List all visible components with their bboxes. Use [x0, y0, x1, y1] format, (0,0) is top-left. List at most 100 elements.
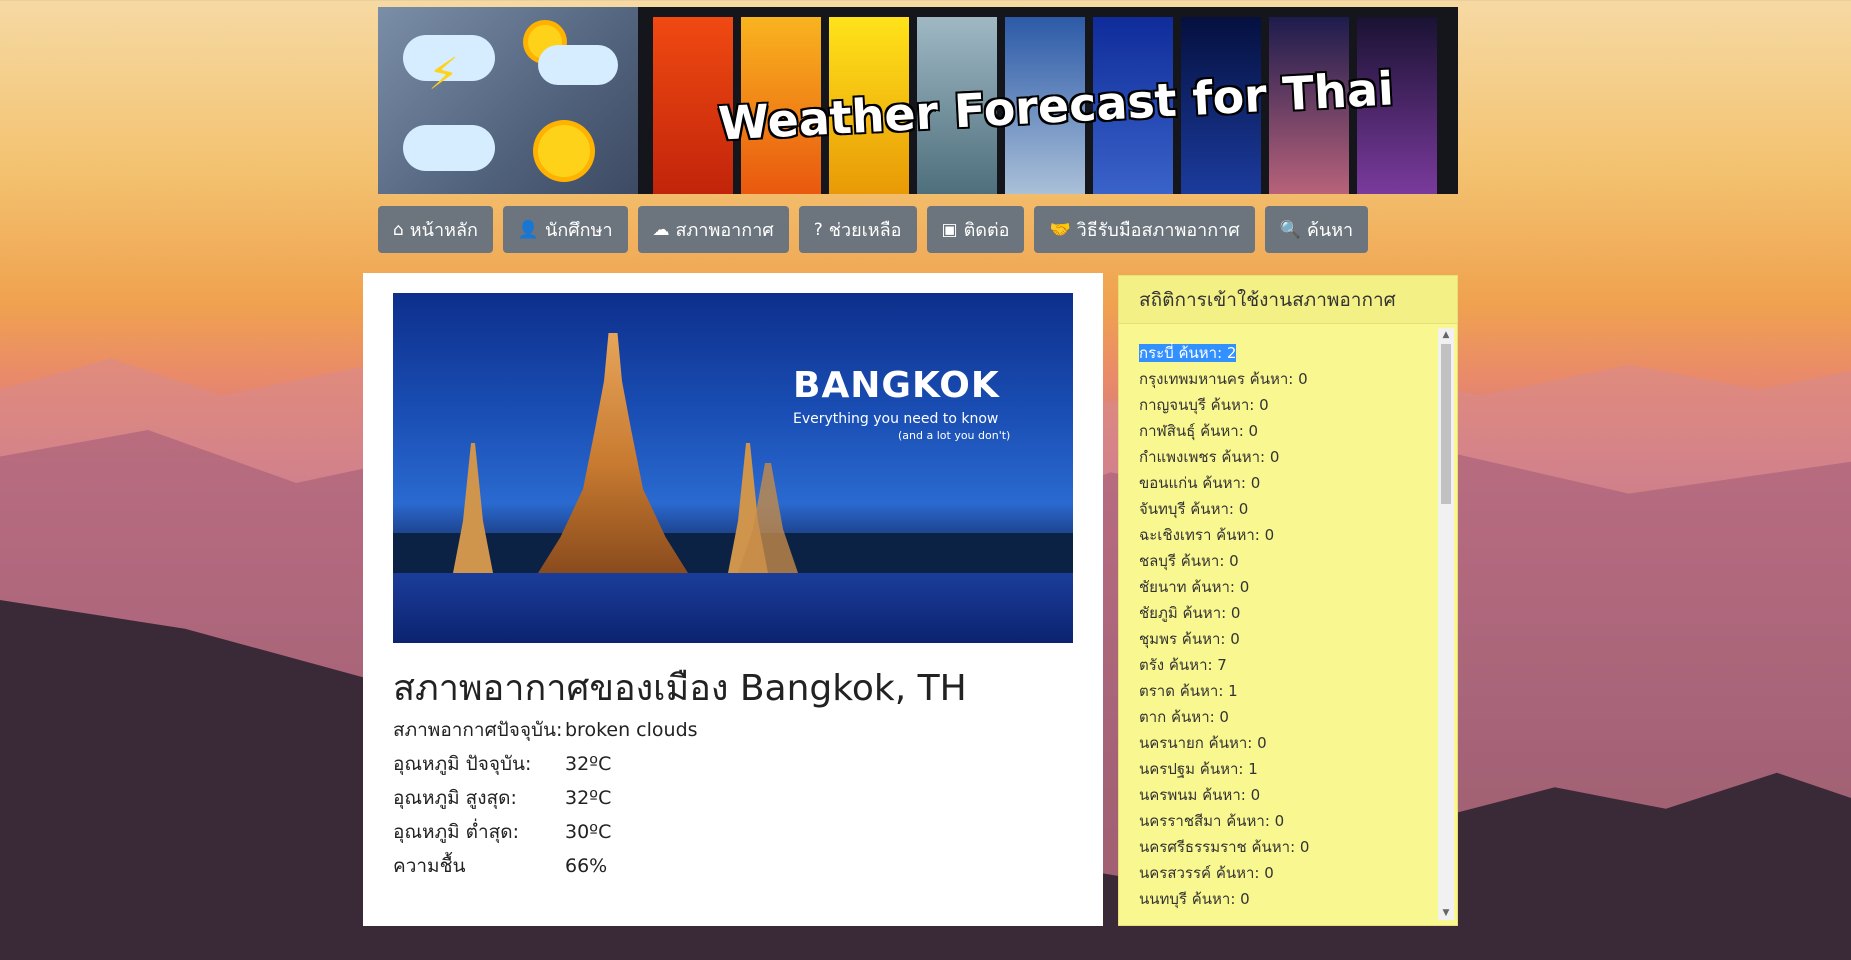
- stats-list-item: นครพนม ค้นหา: 0: [1139, 782, 1429, 808]
- stats-item-text: กำแพงเพชร ค้นหา: 0: [1139, 448, 1280, 466]
- hero-water: [393, 573, 1073, 643]
- nav-button-label: หน้าหลัก: [409, 220, 478, 241]
- weather-row: ความชื้น 66%: [393, 849, 698, 883]
- weather-content-panel: BANGKOK Everything you need to know (and…: [363, 273, 1103, 926]
- weather-details: สภาพอากาศปัจจุบัน: broken clouds อุณหภูมิ …: [393, 713, 698, 883]
- stats-item-text: นครศรีธรรมราช ค้นหา: 0: [1139, 838, 1310, 856]
- scroll-up-arrow-icon[interactable]: ▲: [1438, 328, 1454, 342]
- main-nav: ⌂ หน้าหลัก 👤 นักศึกษา ☁ สภาพอากาศ? ช่วยเหลือ ▣ ต…: [378, 206, 1458, 253]
- nav-button-5[interactable]: 🤝 วิธีรับมือสภาพอากาศ: [1034, 206, 1255, 253]
- weather-row: อุณหภูมิ ปัจจุบัน: 32ºC: [393, 747, 698, 781]
- stats-list-item: จันทบุรี ค้นหา: 0: [1139, 496, 1429, 522]
- weather-label: สภาพอากาศปัจจุบัน:: [393, 719, 563, 741]
- stats-item-text: ขอนแก่น ค้นหา: 0: [1139, 474, 1261, 492]
- cloud-icon: [538, 45, 618, 85]
- weather-value: 32ºC: [565, 787, 612, 809]
- stats-item-text: ตาก ค้นหา: 0: [1139, 708, 1229, 726]
- stats-item-text: นครพนม ค้นหา: 0: [1139, 786, 1261, 804]
- weather-value: broken clouds: [565, 719, 698, 741]
- stats-list-item: ชุมพร ค้นหา: 0: [1139, 626, 1429, 652]
- stats-list-item: นครสวรรค์ ค้นหา: 0: [1139, 860, 1429, 886]
- nav-button-label: นักศึกษา: [545, 220, 613, 241]
- nav-button-label: สภาพอากาศ: [675, 220, 774, 241]
- stats-list-item: นครปฐม ค้นหา: 1: [1139, 756, 1429, 782]
- stats-item-text: กระบี่ ค้นหา: 2: [1139, 344, 1237, 362]
- stats-item-text: นครปฐม ค้นหา: 1: [1139, 760, 1258, 778]
- cloud-icon: ☁: [652, 219, 670, 240]
- weather-label: ความชื้น: [393, 855, 466, 877]
- stats-list-item: นนทบุรี ค้นหา: 0: [1139, 886, 1429, 912]
- nav-button-0[interactable]: ⌂ หน้าหลัก: [378, 206, 493, 253]
- stats-list-item: ขอนแก่น ค้นหา: 0: [1139, 470, 1429, 496]
- nav-button-label: ช่วยเหลือ: [828, 220, 902, 241]
- stats-item-text: กรุงเทพมหานคร ค้นหา: 0: [1139, 370, 1308, 388]
- stats-item-text: ฉะเชิงเทรา ค้นหา: 0: [1139, 526, 1275, 544]
- question-icon: ?: [813, 219, 823, 240]
- city-hero-image: BANGKOK Everything you need to know (and…: [393, 293, 1073, 643]
- hero-subtitle: Everything you need to know: [793, 411, 999, 427]
- stats-item-text: ชุมพร ค้นหา: 0: [1139, 630, 1240, 648]
- stats-list-item: กระบี่ ค้นหา: 2: [1139, 340, 1429, 366]
- weather-value: 30ºC: [565, 821, 612, 843]
- weather-label: อุณหภูมิ สูงสุด:: [393, 787, 517, 809]
- city-weather-title: สภาพอากาศของเมือง Bangkok, TH: [393, 668, 967, 709]
- stats-list-item: นราธิวาส ค้นหา: 0: [1139, 912, 1429, 916]
- stats-list-item: กำแพงเพชร ค้นหา: 0: [1139, 444, 1429, 470]
- weather-label: อุณหภูมิ ปัจจุบัน:: [393, 753, 532, 775]
- nav-button-label: ค้นหา: [1306, 220, 1354, 241]
- stats-item-text: ชลบุรี ค้นหา: 0: [1139, 552, 1239, 570]
- stats-list-item: กาญจนบุรี ค้นหา: 0: [1139, 392, 1429, 418]
- stats-item-text: จันทบุรี ค้นหา: 0: [1139, 500, 1249, 518]
- stats-list-item: ตรัง ค้นหา: 7: [1139, 652, 1429, 678]
- user-icon: 👤: [517, 219, 540, 240]
- stats-list-item: ตราด ค้นหา: 1: [1139, 678, 1429, 704]
- stats-panel: สถิติการเข้าใช้งานสภาพอากาศ กระบี่ ค้นหา…: [1118, 275, 1458, 926]
- cloud-icon: [403, 125, 495, 171]
- weather-row: อุณหภูมิ สูงสุด: 32ºC: [393, 781, 698, 815]
- stats-scrollbar[interactable]: ▲ ▼: [1438, 328, 1454, 920]
- nav-button-4[interactable]: ▣ ติดต่อ: [926, 206, 1025, 253]
- home-icon: ⌂: [393, 219, 404, 240]
- stats-item-text: ชัยนาท ค้นหา: 0: [1139, 578, 1250, 596]
- stats-item-text: นครสวรรค์ ค้นหา: 0: [1139, 864, 1274, 882]
- weather-value: 32ºC: [565, 753, 612, 775]
- weather-row: อุณหภูมิ ต่ำสุด: 30ºC: [393, 815, 698, 849]
- handshake-icon: 🤝: [1049, 219, 1071, 240]
- nav-button-3[interactable]: ? ช่วยเหลือ: [798, 206, 917, 253]
- stats-list-item: ชัยนาท ค้นหา: 0: [1139, 574, 1429, 600]
- weather-icons-panel: ⚡: [378, 7, 638, 194]
- stats-list-item: นครศรีธรรมราช ค้นหา: 0: [1139, 834, 1429, 860]
- scroll-down-arrow-icon[interactable]: ▼: [1438, 906, 1454, 920]
- stats-list-item: กาฬสินธุ์ ค้นหา: 0: [1139, 418, 1429, 444]
- weather-label: อุณหภูมิ ต่ำสุด:: [393, 821, 519, 843]
- stats-item-text: ชัยภูมิ ค้นหา: 0: [1139, 604, 1241, 622]
- contact-card-icon: ▣: [941, 219, 958, 240]
- stats-list-item: กรุงเทพมหานคร ค้นหา: 0: [1139, 366, 1429, 392]
- stats-item-text: นครราชสีมา ค้นหา: 0: [1139, 812, 1285, 830]
- stats-list-item: ชัยภูมิ ค้นหา: 0: [1139, 600, 1429, 626]
- stats-item-text: กาญจนบุรี ค้นหา: 0: [1139, 396, 1269, 414]
- stats-item-text: กาฬสินธุ์ ค้นหา: 0: [1139, 422, 1259, 440]
- weather-row: สภาพอากาศปัจจุบัน: broken clouds: [393, 713, 698, 747]
- nav-button-label: วิธีรับมือสภาพอากาศ: [1076, 220, 1240, 241]
- stats-list-item: ฉะเชิงเทรา ค้นหา: 0: [1139, 522, 1429, 548]
- stats-item-text: นนทบุรี ค้นหา: 0: [1139, 890, 1250, 908]
- stats-heading: สถิติการเข้าใช้งานสภาพอากาศ: [1119, 276, 1457, 324]
- hero-spire: [453, 443, 493, 573]
- nav-button-1[interactable]: 👤 นักศึกษา: [502, 206, 628, 253]
- stats-item-text: ตรัง ค้นหา: 7: [1139, 656, 1227, 674]
- nav-button-6[interactable]: 🔍 ค้นหา: [1264, 206, 1369, 253]
- stats-item-text: ตราด ค้นหา: 1: [1139, 682, 1238, 700]
- stats-list[interactable]: กระบี่ ค้นหา: 2 กรุงเทพมหานคร ค้นหา: 0 กาญ…: [1139, 340, 1429, 916]
- hero-title: BANGKOK: [793, 365, 1000, 406]
- nav-button-label: ติดต่อ: [963, 220, 1010, 241]
- nav-button-2[interactable]: ☁ สภาพอากาศ: [637, 206, 789, 253]
- stats-list-item: นครนายก ค้นหา: 0: [1139, 730, 1429, 756]
- hero-subtitle-small: (and a lot you don't): [898, 429, 1011, 442]
- hero-temple: [538, 333, 688, 573]
- scroll-thumb[interactable]: [1441, 344, 1451, 504]
- sun-icon: [538, 125, 590, 177]
- stats-list-item: นครราชสีมา ค้นหา: 0: [1139, 808, 1429, 834]
- lightning-icon: ⚡: [428, 49, 459, 100]
- stats-item-text: นครนายก ค้นหา: 0: [1139, 734, 1267, 752]
